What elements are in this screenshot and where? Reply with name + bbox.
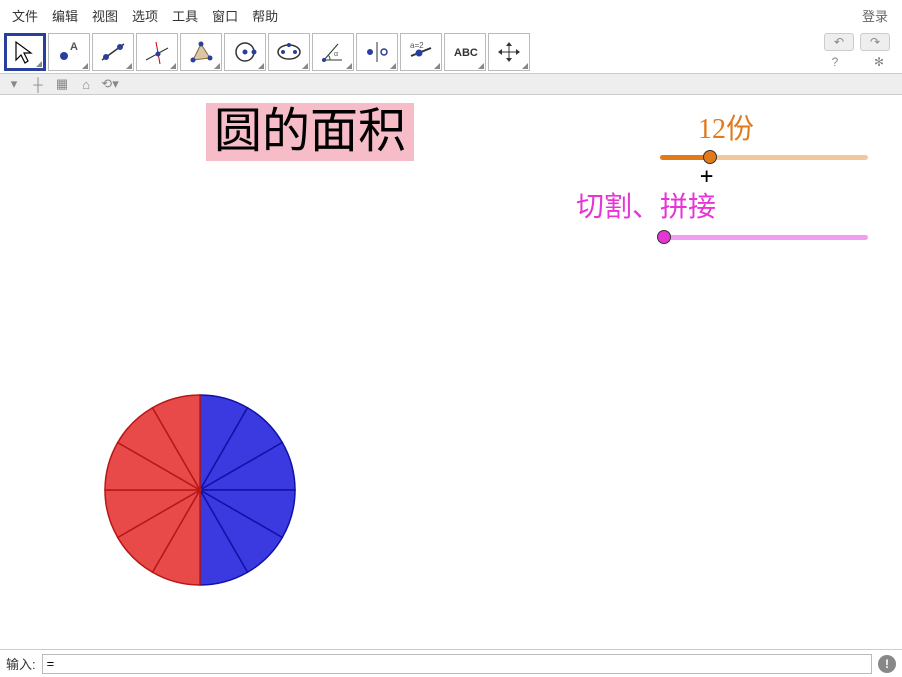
menu-tools[interactable]: 工具: [168, 4, 202, 27]
command-input[interactable]: [42, 654, 872, 674]
login-link[interactable]: 登录: [856, 4, 894, 27]
redo-icon: ↷: [870, 35, 880, 49]
help-icon[interactable]: ?: [828, 55, 842, 69]
angle-tool[interactable]: α: [312, 33, 354, 71]
input-label: 输入:: [6, 654, 36, 673]
right-controls: ↶ ↷ ? ✻: [824, 33, 898, 69]
menu-help[interactable]: 帮助: [248, 4, 282, 27]
move-tool[interactable]: [4, 33, 46, 71]
polygon-tool[interactable]: [180, 33, 222, 71]
text-tool[interactable]: ABC: [444, 33, 486, 71]
point-tool[interactable]: A: [48, 33, 90, 71]
menu-file[interactable]: 文件: [8, 4, 42, 27]
menu-window[interactable]: 窗口: [208, 4, 242, 27]
warning-icon[interactable]: !: [878, 655, 896, 673]
move-view-tool[interactable]: [488, 33, 530, 71]
menu-bar: 文件 编辑 视图 选项 工具 窗口 帮助 登录: [0, 0, 902, 31]
axes-icon[interactable]: ┼: [30, 76, 46, 92]
ellipse-tool[interactable]: [268, 33, 310, 71]
slider-cut-track[interactable]: [660, 235, 868, 240]
circle-pie[interactable]: [100, 390, 300, 590]
grid-icon[interactable]: ▦: [54, 76, 70, 92]
slider-slices-track[interactable]: [660, 155, 868, 160]
svg-text:ABC: ABC: [454, 47, 478, 59]
circle-tool[interactable]: [224, 33, 266, 71]
redo-button[interactable]: ↷: [860, 33, 890, 51]
perpendicular-tool[interactable]: [136, 33, 178, 71]
slider-tool[interactable]: a=2: [400, 33, 442, 71]
menu-view[interactable]: 视图: [88, 4, 122, 27]
chevron-down-icon[interactable]: ▾: [6, 76, 22, 92]
page-title[interactable]: 圆的面积: [206, 103, 414, 161]
menu-options[interactable]: 选项: [128, 4, 162, 27]
graphics-view[interactable]: 圆的面积 12份 + 切割、拼接: [0, 95, 902, 649]
undo-button[interactable]: ↶: [824, 33, 854, 51]
settings-icon[interactable]: ✻: [872, 55, 886, 69]
reflect-tool[interactable]: [356, 33, 398, 71]
slider-label-cut: 切割、拼接: [576, 185, 716, 225]
svg-text:α: α: [334, 51, 338, 58]
slider-label-slices: 12份: [698, 107, 754, 147]
input-bar: 输入: !: [0, 649, 902, 677]
slider-slices-thumb[interactable]: [703, 150, 717, 164]
menu-edit[interactable]: 编辑: [48, 4, 82, 27]
secondary-toolbar: ▾ ┼ ▦ ⌂ ⟲▾: [0, 73, 902, 95]
toolbar: A α a=2: [0, 31, 902, 73]
home-icon[interactable]: ⌂: [78, 76, 94, 92]
undo-icon: ↶: [834, 35, 844, 49]
line-tool[interactable]: [92, 33, 134, 71]
svg-text:a=2: a=2: [410, 41, 424, 50]
slider-cut-thumb[interactable]: [657, 230, 671, 244]
svg-text:A: A: [70, 41, 78, 53]
snap-icon[interactable]: ⟲▾: [102, 76, 118, 92]
